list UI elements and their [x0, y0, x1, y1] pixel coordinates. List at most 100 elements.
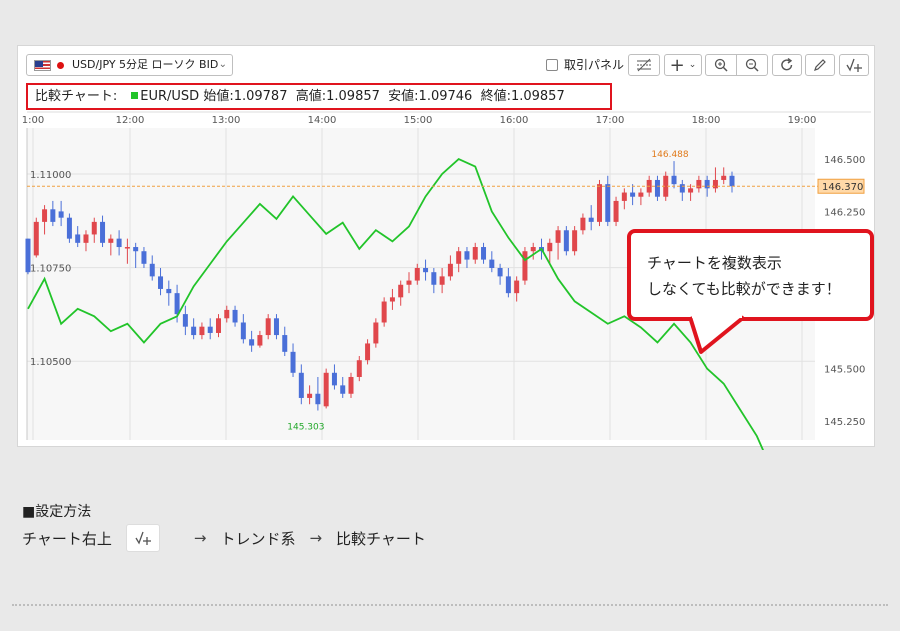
candle-body	[182, 314, 188, 327]
candle-body	[50, 209, 56, 222]
candle-body	[249, 339, 255, 346]
callout-box: チャートを複数表示 しなくても比較ができます！	[627, 229, 874, 321]
arrow-right-icon: →	[193, 529, 207, 547]
candle-body	[25, 238, 31, 273]
candle-body	[555, 230, 561, 243]
candle-body	[712, 179, 718, 189]
candle-body	[447, 263, 453, 277]
candle-body	[257, 335, 263, 346]
candle-body	[654, 179, 660, 197]
candle-body	[679, 184, 685, 193]
candle-body	[58, 211, 64, 218]
candle-body	[174, 293, 180, 315]
callout-line-2: しなくても比較ができます！	[647, 280, 841, 298]
candle-body	[75, 234, 81, 243]
right-axis-label: 145.500	[824, 365, 865, 376]
x-tick-label: 15:00	[404, 115, 433, 126]
candle-body	[605, 184, 611, 222]
x-tick-label: 12:00	[116, 115, 145, 126]
candle-body	[42, 209, 48, 222]
right-axis-label: 146.250	[824, 207, 865, 218]
right-axis-label: 145.250	[824, 417, 865, 428]
candle-body	[596, 184, 602, 222]
candle-body	[464, 251, 470, 260]
candle-body	[224, 309, 230, 319]
candle-body	[406, 280, 412, 285]
x-tick-label: 1:00	[22, 115, 44, 126]
candle-body	[704, 179, 710, 189]
candle-body	[298, 372, 304, 398]
candle-body	[580, 217, 586, 231]
candle-body	[522, 251, 528, 281]
x-tick-label: 14:00	[308, 115, 337, 126]
left-axis-label: 1.11000	[30, 170, 71, 181]
candle-body	[481, 247, 487, 260]
candle-body	[365, 343, 371, 361]
candle-body	[307, 393, 313, 398]
candle-body	[729, 175, 735, 187]
candle-body	[472, 247, 478, 260]
candle-body	[356, 360, 362, 377]
candle-body	[215, 318, 221, 333]
indicator-icon	[125, 524, 160, 552]
candle-body	[389, 297, 395, 302]
candle-body	[547, 242, 553, 252]
candle-body	[530, 247, 536, 252]
candle-body	[721, 175, 727, 180]
candle-body	[514, 280, 520, 294]
candle-body	[323, 372, 329, 407]
candle-body	[381, 301, 387, 323]
candle-body	[315, 393, 321, 405]
candle-body	[439, 276, 445, 285]
x-tick-label: 19:00	[788, 115, 817, 126]
candle-body	[505, 276, 511, 294]
x-tick-label: 13:00	[212, 115, 241, 126]
right-axis-label: 146.500	[824, 155, 865, 166]
candle-body	[630, 192, 636, 197]
howto-step-1: チャート右上	[22, 529, 112, 548]
candle-body	[563, 230, 569, 252]
candle-body	[199, 326, 205, 336]
howto-step-3: 比較チャート	[336, 529, 426, 548]
candle-body	[688, 188, 694, 193]
candle-body	[83, 234, 89, 243]
candle-body	[588, 217, 594, 222]
left-axis-label: 1.10750	[30, 264, 71, 275]
candle-body	[638, 192, 644, 197]
howto-steps: チャート右上 → トレンド系 → 比較チャート	[22, 523, 426, 553]
howto-title: ■設定方法	[22, 504, 92, 520]
candle-body	[456, 251, 462, 264]
x-tick-label: 17:00	[596, 115, 625, 126]
candle-body	[572, 230, 578, 252]
candle-body	[340, 385, 346, 394]
callout-line-1: チャートを複数表示	[647, 254, 782, 272]
candle-body	[91, 221, 97, 235]
candle-body	[108, 238, 114, 243]
candle-body	[240, 322, 246, 340]
candle-body	[116, 238, 122, 248]
candle-body	[149, 263, 155, 277]
candle-body	[158, 276, 164, 289]
candle-body	[282, 335, 288, 352]
candle-body	[66, 217, 72, 239]
max-price-label: 146.488	[651, 150, 688, 160]
candle-body	[671, 175, 677, 185]
candle-body	[141, 251, 147, 264]
candle-body	[207, 326, 213, 333]
candle-body	[265, 318, 271, 336]
candle-body	[414, 267, 420, 281]
candle-body	[124, 247, 130, 249]
candle-body	[166, 288, 172, 294]
arrow-right-icon: →	[309, 529, 323, 547]
candle-body	[621, 192, 627, 201]
candle-body	[348, 376, 354, 394]
price-chart[interactable]: 1:00 12:00 13:00 14:00 15:00 16:00 17:00 18:00 1…	[0, 0, 900, 450]
candle-body	[398, 284, 404, 298]
candle-body	[489, 259, 495, 268]
candle-body	[696, 179, 702, 189]
candle-body	[290, 351, 296, 373]
candle-body	[613, 200, 619, 222]
candle-body	[133, 247, 139, 252]
candle-body	[373, 322, 379, 344]
min-price-label: 145.303	[287, 423, 324, 433]
